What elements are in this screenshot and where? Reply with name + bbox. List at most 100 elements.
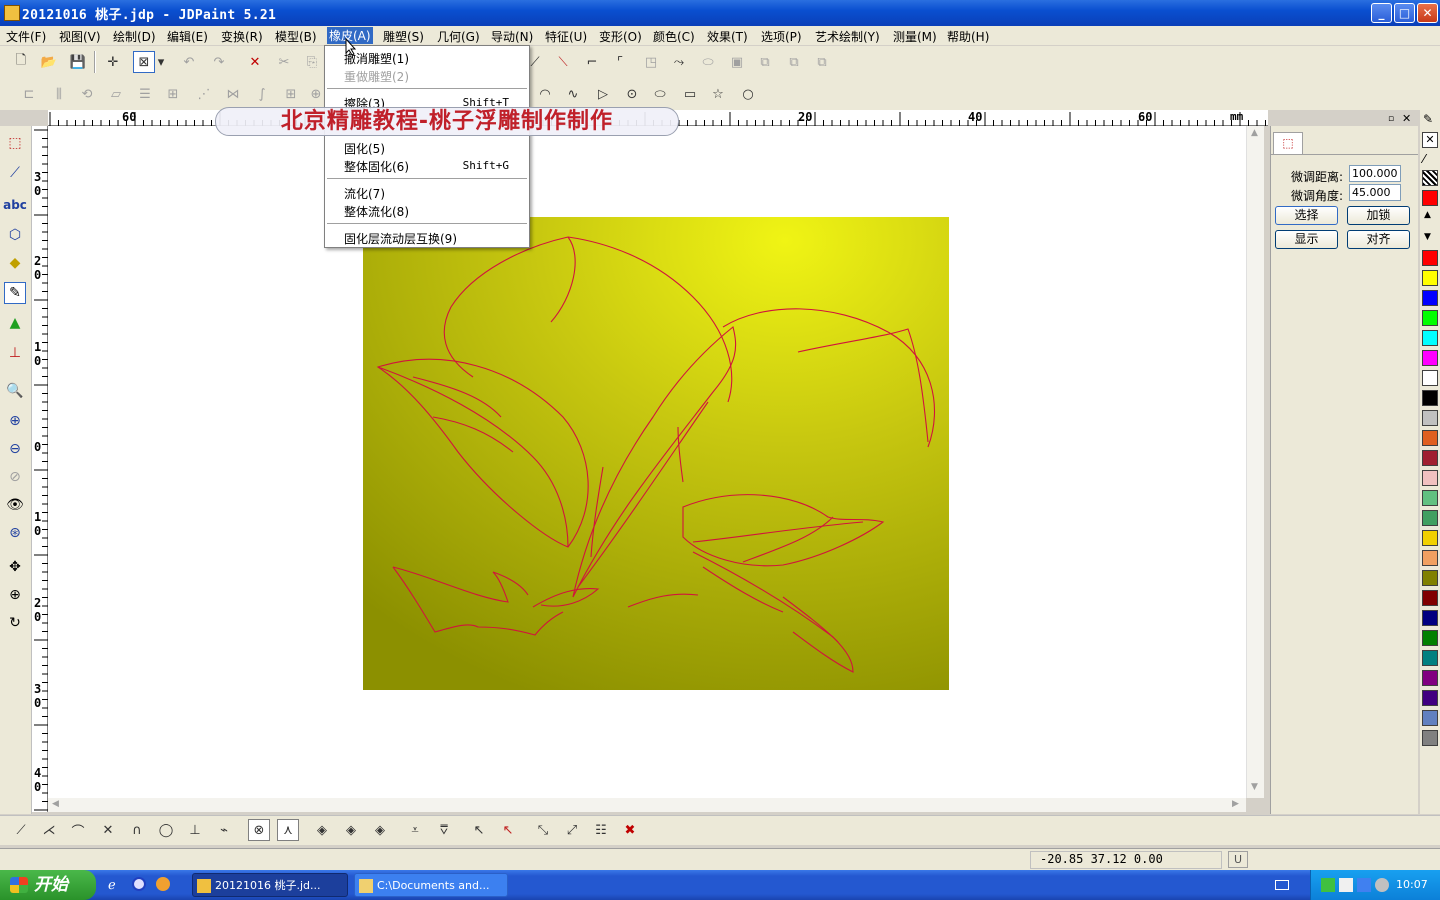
node-icon[interactable]: ⋰ [193, 83, 215, 105]
ie-icon[interactable]: ℯ [108, 878, 116, 893]
color-swatch[interactable] [1422, 450, 1438, 466]
menu-item-fluidify[interactable]: 流化(7) [344, 185, 385, 202]
color-swatch[interactable] [1422, 390, 1438, 406]
arc-icon[interactable]: ◠ [534, 83, 556, 105]
extend-icon[interactable]: ⟍ [552, 51, 574, 73]
color-swatch[interactable] [1422, 370, 1438, 386]
zoom-in-icon[interactable]: ⊕ [4, 410, 26, 432]
measure-tool-icon[interactable]: ⊥ [4, 342, 26, 364]
sculpt-tool-icon[interactable]: ▲ [4, 312, 26, 334]
fine-angle-input[interactable] [1349, 184, 1401, 201]
maximize-button[interactable]: □ [1394, 3, 1415, 23]
list-icon[interactable]: ☷ [590, 819, 612, 841]
menu-transform[interactable]: 变换(R) [221, 28, 263, 45]
stack-icon[interactable]: ☰ [134, 83, 156, 105]
color-swatch[interactable] [1422, 270, 1438, 286]
color-swatch[interactable] [1422, 490, 1438, 506]
cancel-icon[interactable]: ✖ [619, 819, 641, 841]
diamond3-snap-icon[interactable]: ◈ [369, 819, 391, 841]
horizontal-scrollbar[interactable]: ◀ ▶ [48, 798, 1246, 812]
color-swatch[interactable] [1422, 590, 1438, 606]
angle-snap-icon[interactable]: ⋌ [38, 819, 60, 841]
scroll-left-icon[interactable]: ◀ [52, 799, 59, 809]
align-button[interactable]: 对齐 [1347, 230, 1410, 249]
midpoint-snap-icon[interactable]: ⋏ [277, 819, 299, 841]
rotate-array-icon[interactable]: ⟲ [76, 83, 98, 105]
zoom-out-icon[interactable]: ⊖ [4, 438, 26, 460]
line-snap-icon[interactable]: ⟋ [10, 819, 32, 841]
palette-scroll-down-icon[interactable]: ▼ [1424, 232, 1431, 242]
menu-geometry[interactable]: 几何(G) [437, 28, 480, 45]
current-color-swatch[interactable] [1422, 190, 1438, 206]
eyedropper-icon[interactable]: ⁄ [1423, 152, 1425, 166]
crosshair-icon[interactable]: ✛ [102, 51, 124, 73]
star-icon[interactable]: ☆ [707, 83, 729, 105]
menu-sculpt[interactable]: 雕塑(S) [383, 28, 424, 45]
menu-item-solidify-all[interactable]: 整体固化(6) [344, 158, 409, 175]
pick-icon[interactable]: ↖ [468, 819, 490, 841]
menu-deform[interactable]: 变形(O) [599, 28, 642, 45]
color-swatch[interactable] [1422, 690, 1438, 706]
group-icon[interactable]: ⧉ [754, 51, 776, 73]
menu-item-swap-layers[interactable]: 固化层流动层互换(9) [344, 230, 457, 247]
taskbar-item-jdpaint[interactable]: 20121016 桃子.jd... [192, 873, 348, 897]
open-file-icon[interactable]: 📂 [38, 51, 60, 73]
frame-icon[interactable]: ▣ [726, 51, 748, 73]
path-icon[interactable]: ∫ [251, 83, 273, 105]
menu-options[interactable]: 选项(P) [761, 28, 802, 45]
tangent-snap-icon[interactable]: ∩ [126, 819, 148, 841]
arc-snap-icon[interactable]: ⌒ [67, 819, 89, 841]
move-point-icon[interactable]: ⤡ [532, 819, 554, 841]
menu-draw[interactable]: 绘制(D) [113, 28, 156, 45]
color-swatch[interactable] [1422, 730, 1438, 746]
color-swatch[interactable] [1422, 570, 1438, 586]
copy-icon[interactable]: ⎘ [301, 51, 323, 73]
vertical-scrollbar[interactable]: ▲ ▼ [1246, 126, 1264, 798]
menu-measure[interactable]: 测量(M) [893, 28, 937, 45]
menu-view[interactable]: 视图(V) [59, 28, 101, 45]
menu-file[interactable]: 文件(F) [6, 28, 46, 45]
palette-scroll-up-icon[interactable]: ▲ [1424, 210, 1431, 220]
fillet-icon[interactable]: ⌐ [581, 51, 603, 73]
nearest-snap-icon[interactable]: ⌁ [213, 819, 235, 841]
layer-down-icon[interactable]: ⩡ [404, 819, 426, 841]
grid-array-icon[interactable]: ⊞ [162, 83, 184, 105]
close-button[interactable]: ✕ [1417, 3, 1438, 23]
corner-icon[interactable]: ◳ [640, 51, 662, 73]
edit-node-icon[interactable]: ⟋ [4, 162, 26, 184]
color-swatch[interactable] [1422, 430, 1438, 446]
color-swatch[interactable] [1422, 350, 1438, 366]
ellipse-icon[interactable]: ⬭ [649, 83, 671, 105]
mirror-icon[interactable]: ⋈ [222, 83, 244, 105]
menu-guide[interactable]: 导动(N) [491, 28, 533, 45]
peach-relief-image[interactable] [363, 217, 949, 690]
tray-icon-monitor[interactable] [1357, 878, 1371, 892]
menu-edit[interactable]: 编辑(E) [167, 28, 208, 45]
taskbar-item-explorer[interactable]: C:\Documents and... [354, 873, 508, 897]
distribute-icon[interactable]: ⫼ [48, 83, 70, 105]
rotate-view-icon[interactable]: ↻ [4, 612, 26, 634]
scroll-right-icon[interactable]: ▶ [1232, 799, 1239, 809]
undo-icon[interactable]: ↶ [178, 51, 200, 73]
panel-tab-icon[interactable]: ⬚ [1273, 132, 1303, 154]
color-swatch[interactable] [1422, 410, 1438, 426]
layer-up-icon[interactable]: ⩢ [433, 819, 455, 841]
view-eye-icon[interactable]: 👁 [4, 494, 26, 516]
cut-icon[interactable]: ✂ [273, 51, 295, 73]
color-swatch[interactable] [1422, 670, 1438, 686]
menu-item-solidify[interactable]: 固化(5) [344, 140, 385, 157]
circle-snap-icon[interactable]: ◯ [155, 819, 177, 841]
color-swatch[interactable] [1422, 310, 1438, 326]
delete-icon[interactable]: ✕ [244, 51, 266, 73]
menu-item-redo-sculpt[interactable]: 重做雕塑(2) [344, 68, 409, 85]
scroll-down-icon[interactable]: ▼ [1251, 782, 1258, 792]
browser-icon[interactable] [132, 877, 146, 891]
save-icon[interactable]: 💾 [67, 51, 89, 73]
menu-color[interactable]: 颜色(C) [653, 28, 695, 45]
perpendicular-snap-icon[interactable]: ⊥ [184, 819, 206, 841]
menu-model[interactable]: 模型(B) [275, 28, 317, 45]
start-button[interactable]: 开始 [0, 870, 96, 900]
color-swatch[interactable] [1422, 710, 1438, 726]
select-node-icon[interactable]: ⬚ [4, 132, 26, 154]
menu-feature[interactable]: 特征(U) [545, 28, 587, 45]
